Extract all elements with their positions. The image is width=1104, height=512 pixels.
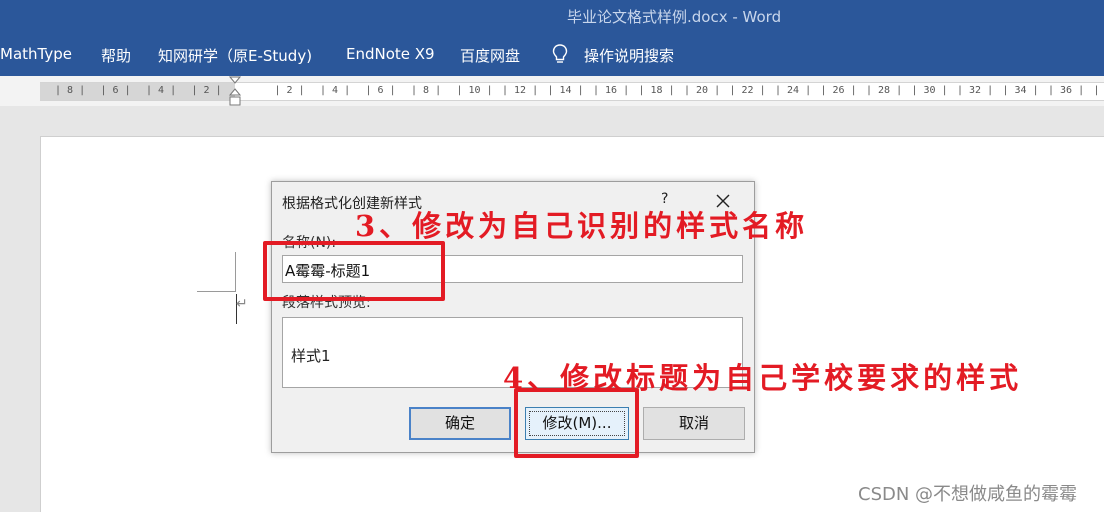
- ruler-number: | 36 |: [1048, 85, 1084, 96]
- ruler-number: | 2 |: [192, 85, 222, 96]
- ruler-area: | 8 | | 6 | | 4 | | 2 | | 2 | | 4 | | 6 | | 8 |…: [0, 76, 1104, 106]
- annotation-step3: 3、修改为自己识别的样式名称: [355, 203, 808, 245]
- ruler-number: | 38 |: [1094, 85, 1104, 96]
- ruler-number: | 34 |: [1003, 85, 1039, 96]
- ruler-number: | 8 |: [411, 85, 441, 96]
- watermark: CSDN @不想做咸鱼的霉霉: [858, 480, 1077, 506]
- ruler-number: | 6 |: [366, 85, 396, 96]
- ruler-number: | 8 |: [55, 85, 85, 96]
- ruler-number: | 32 |: [957, 85, 993, 96]
- ruler-number: | 24 |: [775, 85, 811, 96]
- lightbulb-icon[interactable]: [551, 43, 569, 65]
- cancel-button[interactable]: 取消: [643, 407, 745, 440]
- ruler-number: | 4 |: [320, 85, 350, 96]
- ruler-number: | 22 |: [730, 85, 766, 96]
- ruler-number: | 20 |: [684, 85, 720, 96]
- ok-button[interactable]: 确定: [409, 407, 511, 440]
- annotation-box-name: [263, 241, 445, 301]
- ruler-number: | 6 |: [101, 85, 131, 96]
- crop-mark: [235, 252, 236, 292]
- ruler-number: | 14 |: [548, 85, 584, 96]
- tab-mathtype[interactable]: MathType: [0, 45, 72, 63]
- indent-marker-icon[interactable]: [229, 76, 241, 108]
- ruler-number: | 30 |: [912, 85, 948, 96]
- title-bar: 毕业论文格式样例.docx - Word: [0, 0, 1104, 32]
- window-title: 毕业论文格式样例.docx - Word: [567, 6, 781, 27]
- ruler-number: | 26 |: [821, 85, 857, 96]
- crop-mark: [197, 291, 236, 292]
- ruler-number: | 16 |: [593, 85, 629, 96]
- paragraph-mark: ↵: [236, 296, 248, 312]
- ruler-number: | 12 |: [502, 85, 538, 96]
- ruler-number: | 4 |: [146, 85, 176, 96]
- tab-endnote[interactable]: EndNote X9: [346, 45, 435, 63]
- tell-me-search[interactable]: 操作说明搜索: [584, 45, 674, 66]
- preview-text: 样式1: [291, 345, 331, 366]
- ruler-number: | 2 |: [275, 85, 305, 96]
- tab-help[interactable]: 帮助: [101, 45, 131, 66]
- ruler-number: | 28 |: [866, 85, 902, 96]
- ruler-marks: | 8 | | 6 | | 4 | | 2 | | 2 | | 4 | | 6 | | 8 |…: [40, 85, 1104, 99]
- annotation-box-modify: [514, 388, 639, 458]
- ribbon-tabs: MathType 帮助 知网研学（原E-Study) EndNote X9 百度…: [0, 32, 1104, 76]
- ruler-number: | 18 |: [639, 85, 675, 96]
- tab-cnki-estudy[interactable]: 知网研学（原E-Study): [158, 45, 312, 66]
- annotation-step4: 4、修改标题为自己学校要求的样式: [503, 355, 1022, 397]
- tab-baidu-netdisk[interactable]: 百度网盘: [460, 45, 520, 66]
- horizontal-ruler[interactable]: | 8 | | 6 | | 4 | | 2 | | 2 | | 4 | | 6 | | 8 |…: [40, 82, 1104, 101]
- ruler-number: | 10 |: [457, 85, 493, 96]
